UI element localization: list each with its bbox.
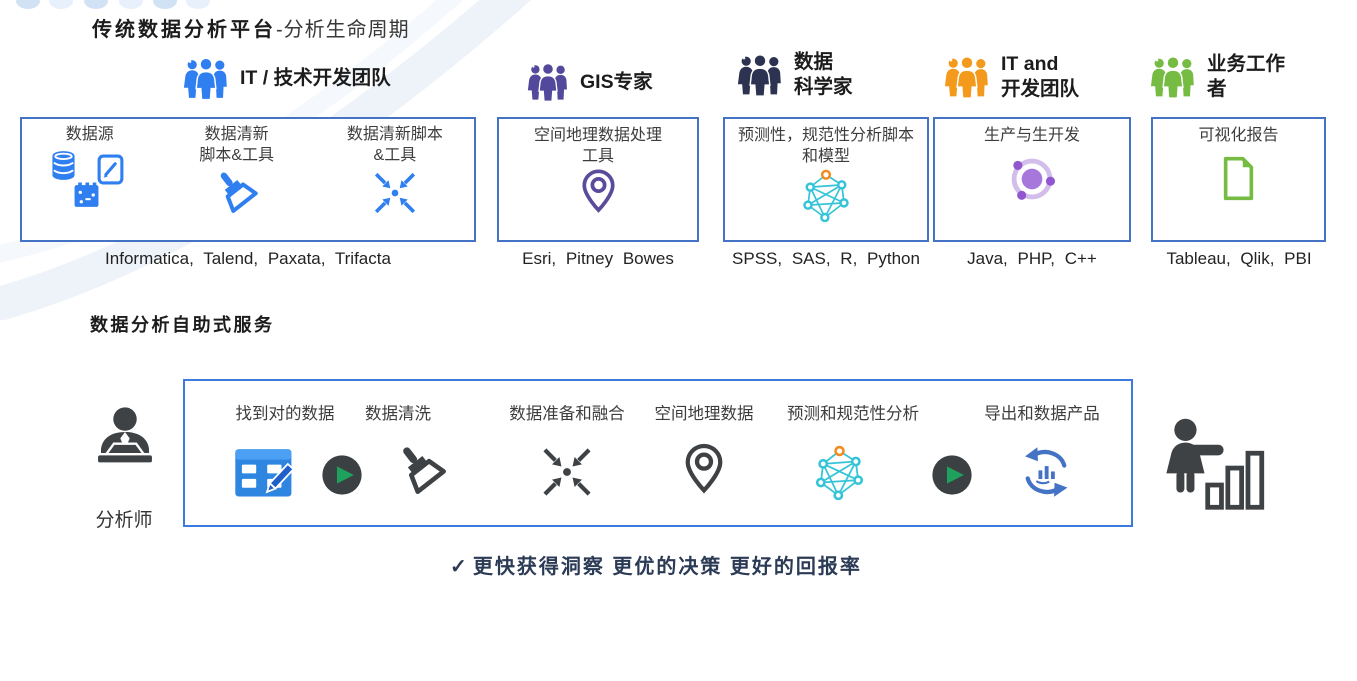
data-table-icon <box>234 447 296 502</box>
step-label-predictive: 预测和规范性分析 <box>787 400 919 424</box>
team-data-scientist: 数据 科学家 <box>737 50 853 100</box>
team-people-icon <box>737 53 783 97</box>
box-it-tech-tools: 数据源 数据清新 脚本&工具 <box>20 117 476 242</box>
team-label: GIS专家 <box>580 70 653 95</box>
location-pin-icon <box>581 169 616 213</box>
team-people-icon <box>1150 55 1196 99</box>
page-title-rest: -分析生命周期 <box>276 19 410 41</box>
network-graph-icon <box>801 168 851 222</box>
team-it-tech: IT / 技术开发团队 <box>183 57 391 100</box>
network-graph-icon <box>813 444 866 500</box>
location-pin-icon <box>684 443 724 494</box>
slide: 传统数据分析平台-分析生命周期 IT / 技术开发团队 GIS专家 数据 科学家 <box>0 0 1357 681</box>
page-title-bold: 传统数据分析平台 <box>92 19 276 41</box>
report-document-icon <box>1220 156 1257 201</box>
analyst-laptop-icon <box>84 406 166 479</box>
analyst-label: 分析师 <box>58 505 190 532</box>
team-business-worker: 业务工作 者 <box>1150 52 1285 102</box>
team-label: 数据 <box>794 50 853 75</box>
merge-arrows-icon <box>540 445 594 499</box>
step-label-geo-data: 空间地理数据 <box>655 400 754 424</box>
team-label: IT and <box>1001 52 1079 77</box>
step-label-cleaning: 数据清洗 <box>365 400 431 424</box>
step-label-prep-blend: 数据准备和融合 <box>509 400 625 424</box>
box-label: 生产与生开发 <box>984 126 1080 147</box>
team-label: IT / 技术开发团队 <box>240 66 391 91</box>
team-people-icon <box>527 62 569 102</box>
step-label-find-data: 找到对的数据 <box>236 400 335 424</box>
box-production-dev: 生产与生开发 <box>933 117 1131 242</box>
team-it-dev: IT and 开发团队 <box>944 52 1079 102</box>
tools-list: Informatica, Talend, Paxata, Trifacta <box>20 249 476 269</box>
item-cleaning-scripts: 数据清新脚本 &工具 <box>316 119 474 240</box>
selfservice-title: 数据分析自助式服务 <box>90 311 275 337</box>
tools-list: SPSS, SAS, R, Python <box>723 249 929 269</box>
box-label: 预测性，规范性分析脚本和模型 <box>738 126 914 168</box>
box-gis-tools: 空间地理数据处理工具 <box>497 117 699 242</box>
brush-icon <box>211 167 263 219</box>
step-label-export: 导出和数据产品 <box>984 400 1100 424</box>
brush-icon <box>392 441 452 501</box>
team-gis-expert: GIS专家 <box>527 62 653 102</box>
database-icon <box>51 150 76 181</box>
team-people-icon <box>183 57 229 100</box>
item-data-source: 数据源 <box>22 119 158 240</box>
team-label: 业务工作 <box>1207 52 1285 77</box>
play-icon <box>931 454 973 496</box>
chip-icon <box>73 182 100 209</box>
person-barchart-icon <box>1160 418 1266 516</box>
export-cycle-icon <box>1017 443 1075 501</box>
play-icon <box>321 454 363 496</box>
box-visual-reports: 可视化报告 <box>1151 117 1326 242</box>
atom-icon <box>1007 154 1057 204</box>
tools-list: Esri, Pitney Bowes <box>497 249 699 269</box>
selfservice-box: 找到对的数据 数据清洗 数据准备和融合 空间地理数据 预测和规范性分析 导出和数… <box>183 379 1133 527</box>
merge-arrows-icon <box>372 170 418 216</box>
box-data-science-tools: 预测性，规范性分析脚本和模型 <box>723 117 929 242</box>
tools-list: Tableau, Qlik, PBI <box>1148 249 1330 269</box>
benefit-statement: ✓更快获得洞察 更优的决策 更好的回报率 <box>450 550 862 579</box>
item-cleaning-tools: 数据清新 脚本&工具 <box>158 119 316 240</box>
tools-list: Java, PHP, C++ <box>933 249 1131 269</box>
page-title: 传统数据分析平台-分析生命周期 <box>92 13 410 42</box>
box-label: 可视化报告 <box>1198 126 1278 147</box>
box-label: 空间地理数据处理工具 <box>532 126 664 168</box>
document-edit-icon <box>97 154 124 185</box>
team-people-icon <box>944 55 990 99</box>
check-icon: ✓ <box>450 556 469 578</box>
